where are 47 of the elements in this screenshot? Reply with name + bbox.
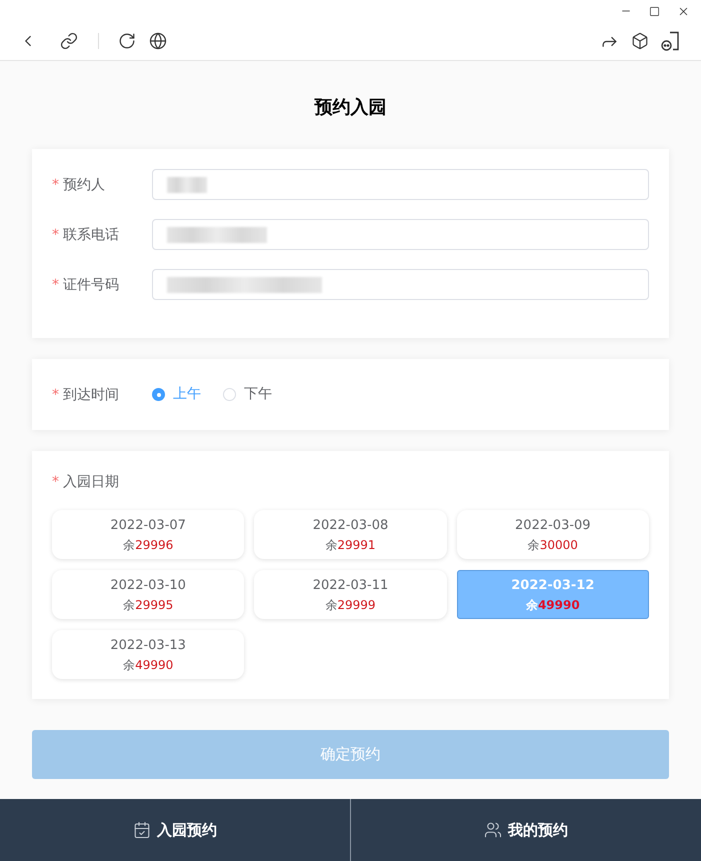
input-field[interactable] (152, 219, 649, 250)
maximize-icon[interactable] (649, 6, 660, 16)
page-title: 预约入园 (314, 96, 386, 120)
field-label: 联系电话 (63, 226, 119, 244)
cube-icon[interactable] (631, 32, 649, 50)
radio-icon[interactable] (152, 388, 165, 401)
remaining-count: 余29999 (325, 596, 376, 612)
required-mark: * (52, 226, 59, 244)
remaining-count: 余29996 (123, 536, 174, 552)
refresh-icon[interactable] (118, 32, 136, 50)
calendar-check-icon (133, 821, 151, 839)
date-option[interactable]: 2022-03-10 余29995 (52, 570, 244, 619)
field-label: 到达时间 (63, 386, 119, 404)
field-label: 入园日期 (63, 473, 119, 492)
remaining-count: 余49990 (526, 596, 580, 612)
date-option[interactable]: 2022-03-08 余29991 (254, 510, 447, 559)
date-text: 2022-03-12 (511, 576, 594, 594)
nav-tab[interactable]: 入园预约 (0, 799, 350, 861)
date-option[interactable]: 2022-03-13 余49990 (52, 630, 244, 679)
field-label: 预约人 (63, 176, 105, 194)
required-mark: * (52, 276, 59, 294)
input-field[interactable] (152, 269, 649, 300)
required-mark: * (52, 176, 59, 194)
date-text: 2022-03-07 (110, 516, 186, 534)
input-field[interactable] (152, 169, 649, 200)
remaining-count: 余30000 (528, 536, 578, 552)
date-option[interactable]: 2022-03-11 余29999 (254, 570, 447, 619)
date-option[interactable]: 2022-03-09 余30000 (456, 510, 649, 559)
required-mark: * (52, 386, 59, 404)
date-text: 2022-03-13 (110, 636, 186, 654)
globe-icon[interactable] (149, 32, 167, 50)
radio-icon[interactable] (223, 388, 236, 401)
date-text: 2022-03-08 (312, 516, 388, 534)
nav-tab[interactable]: 我的预约 (350, 799, 701, 861)
date-text: 2022-03-09 (515, 516, 591, 534)
device-icon[interactable] (661, 31, 680, 51)
field-label: 证件号码 (63, 276, 119, 294)
date-option[interactable]: 2022-03-07 余29996 (52, 510, 244, 559)
link-icon[interactable] (60, 32, 78, 50)
remaining-count: 余29995 (123, 596, 174, 612)
remaining-count: 余49990 (123, 656, 174, 672)
required-mark: * (52, 473, 59, 492)
users-icon (484, 821, 502, 839)
date-text: 2022-03-10 (110, 576, 186, 594)
radio-option[interactable]: 下午 (223, 384, 272, 405)
date-text: 2022-03-11 (312, 576, 388, 594)
remaining-count: 余29991 (325, 536, 376, 552)
